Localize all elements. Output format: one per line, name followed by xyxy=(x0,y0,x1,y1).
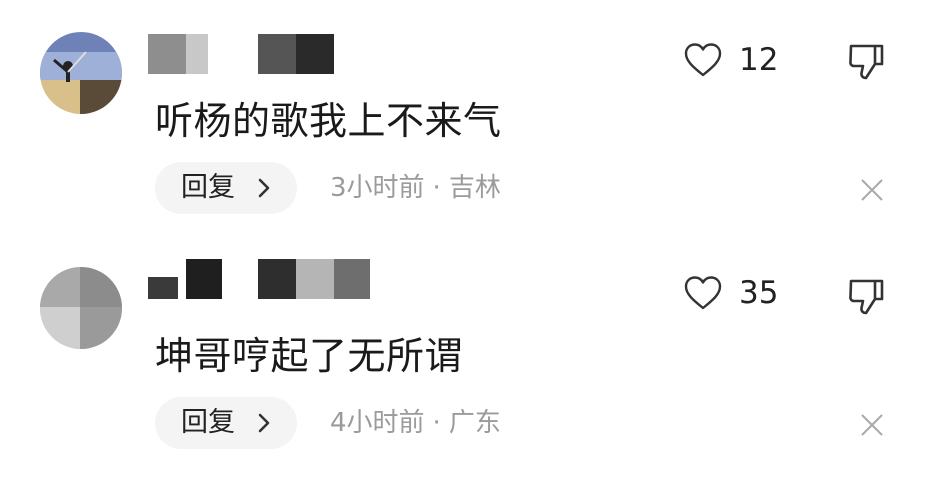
like-button[interactable]: 12 xyxy=(683,40,803,82)
chevron-right-icon xyxy=(258,413,270,433)
dislike-button[interactable] xyxy=(845,275,889,319)
comment-time: 3小时前 xyxy=(330,173,425,203)
meta-separator: · xyxy=(432,173,441,203)
comment-location: 广东 xyxy=(448,408,501,438)
meta-separator: · xyxy=(432,408,441,438)
avatar[interactable] xyxy=(40,32,122,114)
thumbs-down-icon xyxy=(849,44,884,80)
chevron-right-icon xyxy=(258,178,270,198)
comment-meta: 3小时前 · 吉林 xyxy=(330,172,501,204)
comment-time: 4小时前 xyxy=(330,408,425,438)
like-count: 12 xyxy=(739,42,779,78)
close-button[interactable] xyxy=(858,411,888,441)
comment-meta: 4小时前 · 广东 xyxy=(330,407,501,439)
reply-label: 回复 xyxy=(181,407,235,438)
reply-button[interactable]: 回复 xyxy=(155,162,297,214)
avatar[interactable] xyxy=(40,267,122,349)
dislike-button[interactable] xyxy=(845,40,889,84)
heart-outline-icon xyxy=(684,43,722,77)
close-icon xyxy=(861,414,883,436)
like-count: 35 xyxy=(739,275,779,311)
thumbs-down-icon xyxy=(849,279,884,315)
comment-item: 听杨的歌我上不来气 回复 3小时前 · 吉林 12 xyxy=(0,0,927,235)
like-button[interactable]: 35 xyxy=(683,273,803,315)
close-icon xyxy=(861,179,883,201)
comment-item: 坤哥哼起了无所谓 回复 4小时前 · 广东 35 xyxy=(0,235,927,470)
comment-text: 听杨的歌我上不来气 xyxy=(155,99,502,143)
comment-location: 吉林 xyxy=(448,173,501,203)
close-button[interactable] xyxy=(858,176,888,206)
reply-label: 回复 xyxy=(181,172,235,203)
heart-outline-icon xyxy=(684,276,722,310)
comment-text: 坤哥哼起了无所谓 xyxy=(155,334,464,378)
reply-button[interactable]: 回复 xyxy=(155,397,297,449)
